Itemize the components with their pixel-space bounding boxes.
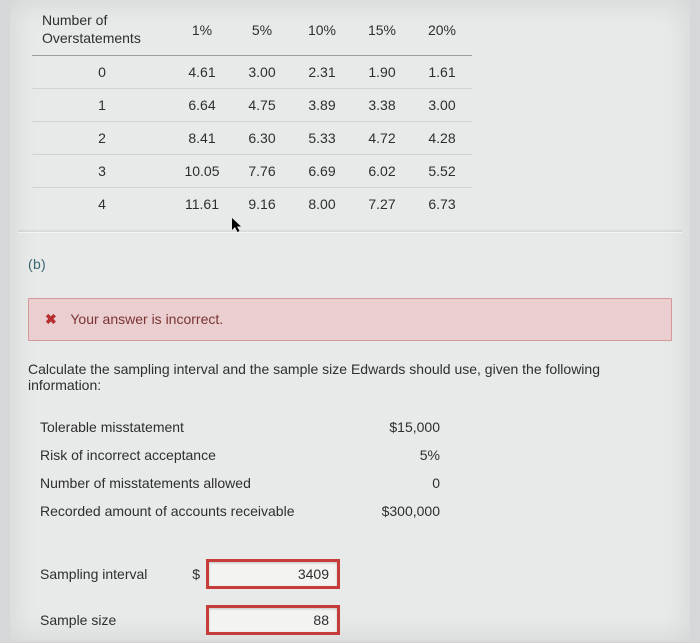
cell: 6.64 [172, 89, 232, 122]
table-row: 0 4.61 3.00 2.31 1.90 1.61 [32, 56, 472, 89]
part-label: (b) [18, 232, 682, 282]
cell: 6.69 [292, 155, 352, 188]
info-row: Risk of incorrect acceptance 5% [40, 441, 672, 469]
alert-text: Your answer is incorrect. [70, 311, 223, 327]
col-header: 1% [172, 4, 232, 56]
currency-symbol: $ [190, 566, 208, 582]
x-icon: ✖ [45, 311, 57, 327]
info-label: Recorded amount of accounts receivable [40, 503, 340, 519]
col-header: 15% [352, 4, 412, 56]
info-value: 0 [340, 475, 440, 491]
cell: 10.05 [172, 155, 232, 188]
cell: 4.75 [232, 89, 292, 122]
cell: 3.89 [292, 89, 352, 122]
cell: 6.73 [412, 188, 472, 221]
cell: 6.02 [352, 155, 412, 188]
col-header: 5% [232, 4, 292, 56]
cell: 4.61 [172, 56, 232, 89]
info-value: $15,000 [340, 419, 440, 435]
row-header-label: Number of Overstatements [32, 4, 172, 56]
info-label: Number of misstatements allowed [40, 475, 340, 491]
cell: 6.30 [232, 122, 292, 155]
incorrect-alert: ✖ Your answer is incorrect. [28, 298, 672, 341]
cell: 5.52 [412, 155, 472, 188]
cell: 5.33 [292, 122, 352, 155]
cell: 9.16 [232, 188, 292, 221]
cell: 1.61 [412, 56, 472, 89]
info-row: Recorded amount of accounts receivable $… [40, 497, 672, 525]
table-row: 2 8.41 6.30 5.33 4.72 4.28 [32, 122, 472, 155]
cell: 7.76 [232, 155, 292, 188]
cell: 11.61 [172, 188, 232, 221]
cell: 3.00 [232, 56, 292, 89]
info-label: Risk of incorrect acceptance [40, 447, 340, 463]
factor-table-section: Number of Overstatements 1% 5% 10% 15% 2… [18, 0, 682, 231]
cell: 4.72 [352, 122, 412, 155]
cell: 3.00 [412, 89, 472, 122]
cell: 1.90 [352, 56, 412, 89]
row-n: 0 [32, 56, 172, 89]
sampling-interval-label: Sampling interval [40, 566, 190, 582]
given-info: Tolerable misstatement $15,000 Risk of i… [18, 409, 682, 525]
cell: 8.00 [292, 188, 352, 221]
cell: 7.27 [352, 188, 412, 221]
row-n: 4 [32, 188, 172, 221]
table-row: 3 10.05 7.76 6.69 6.02 5.52 [32, 155, 472, 188]
row-n: 2 [32, 122, 172, 155]
sample-size-label: Sample size [40, 612, 190, 628]
factor-table: Number of Overstatements 1% 5% 10% 15% 2… [32, 4, 472, 220]
info-row: Number of misstatements allowed 0 [40, 469, 672, 497]
sample-size-input[interactable] [208, 607, 338, 633]
info-value: 5% [340, 447, 440, 463]
row-n: 3 [32, 155, 172, 188]
cell: 2.31 [292, 56, 352, 89]
question-prompt: Calculate the sampling interval and the … [18, 359, 682, 409]
cell: 4.28 [412, 122, 472, 155]
col-header: 10% [292, 4, 352, 56]
col-header: 20% [412, 4, 472, 56]
info-value: $300,000 [340, 503, 440, 519]
info-row: Tolerable misstatement $15,000 [40, 413, 672, 441]
cell: 3.38 [352, 89, 412, 122]
table-row: 4 11.61 9.16 8.00 7.27 6.73 [32, 188, 472, 221]
sampling-interval-input[interactable] [208, 561, 338, 587]
row-n: 1 [32, 89, 172, 122]
cell: 8.41 [172, 122, 232, 155]
info-label: Tolerable misstatement [40, 419, 340, 435]
table-row: 1 6.64 4.75 3.89 3.38 3.00 [32, 89, 472, 122]
answer-block: Sampling interval $ Sample size [18, 525, 682, 643]
